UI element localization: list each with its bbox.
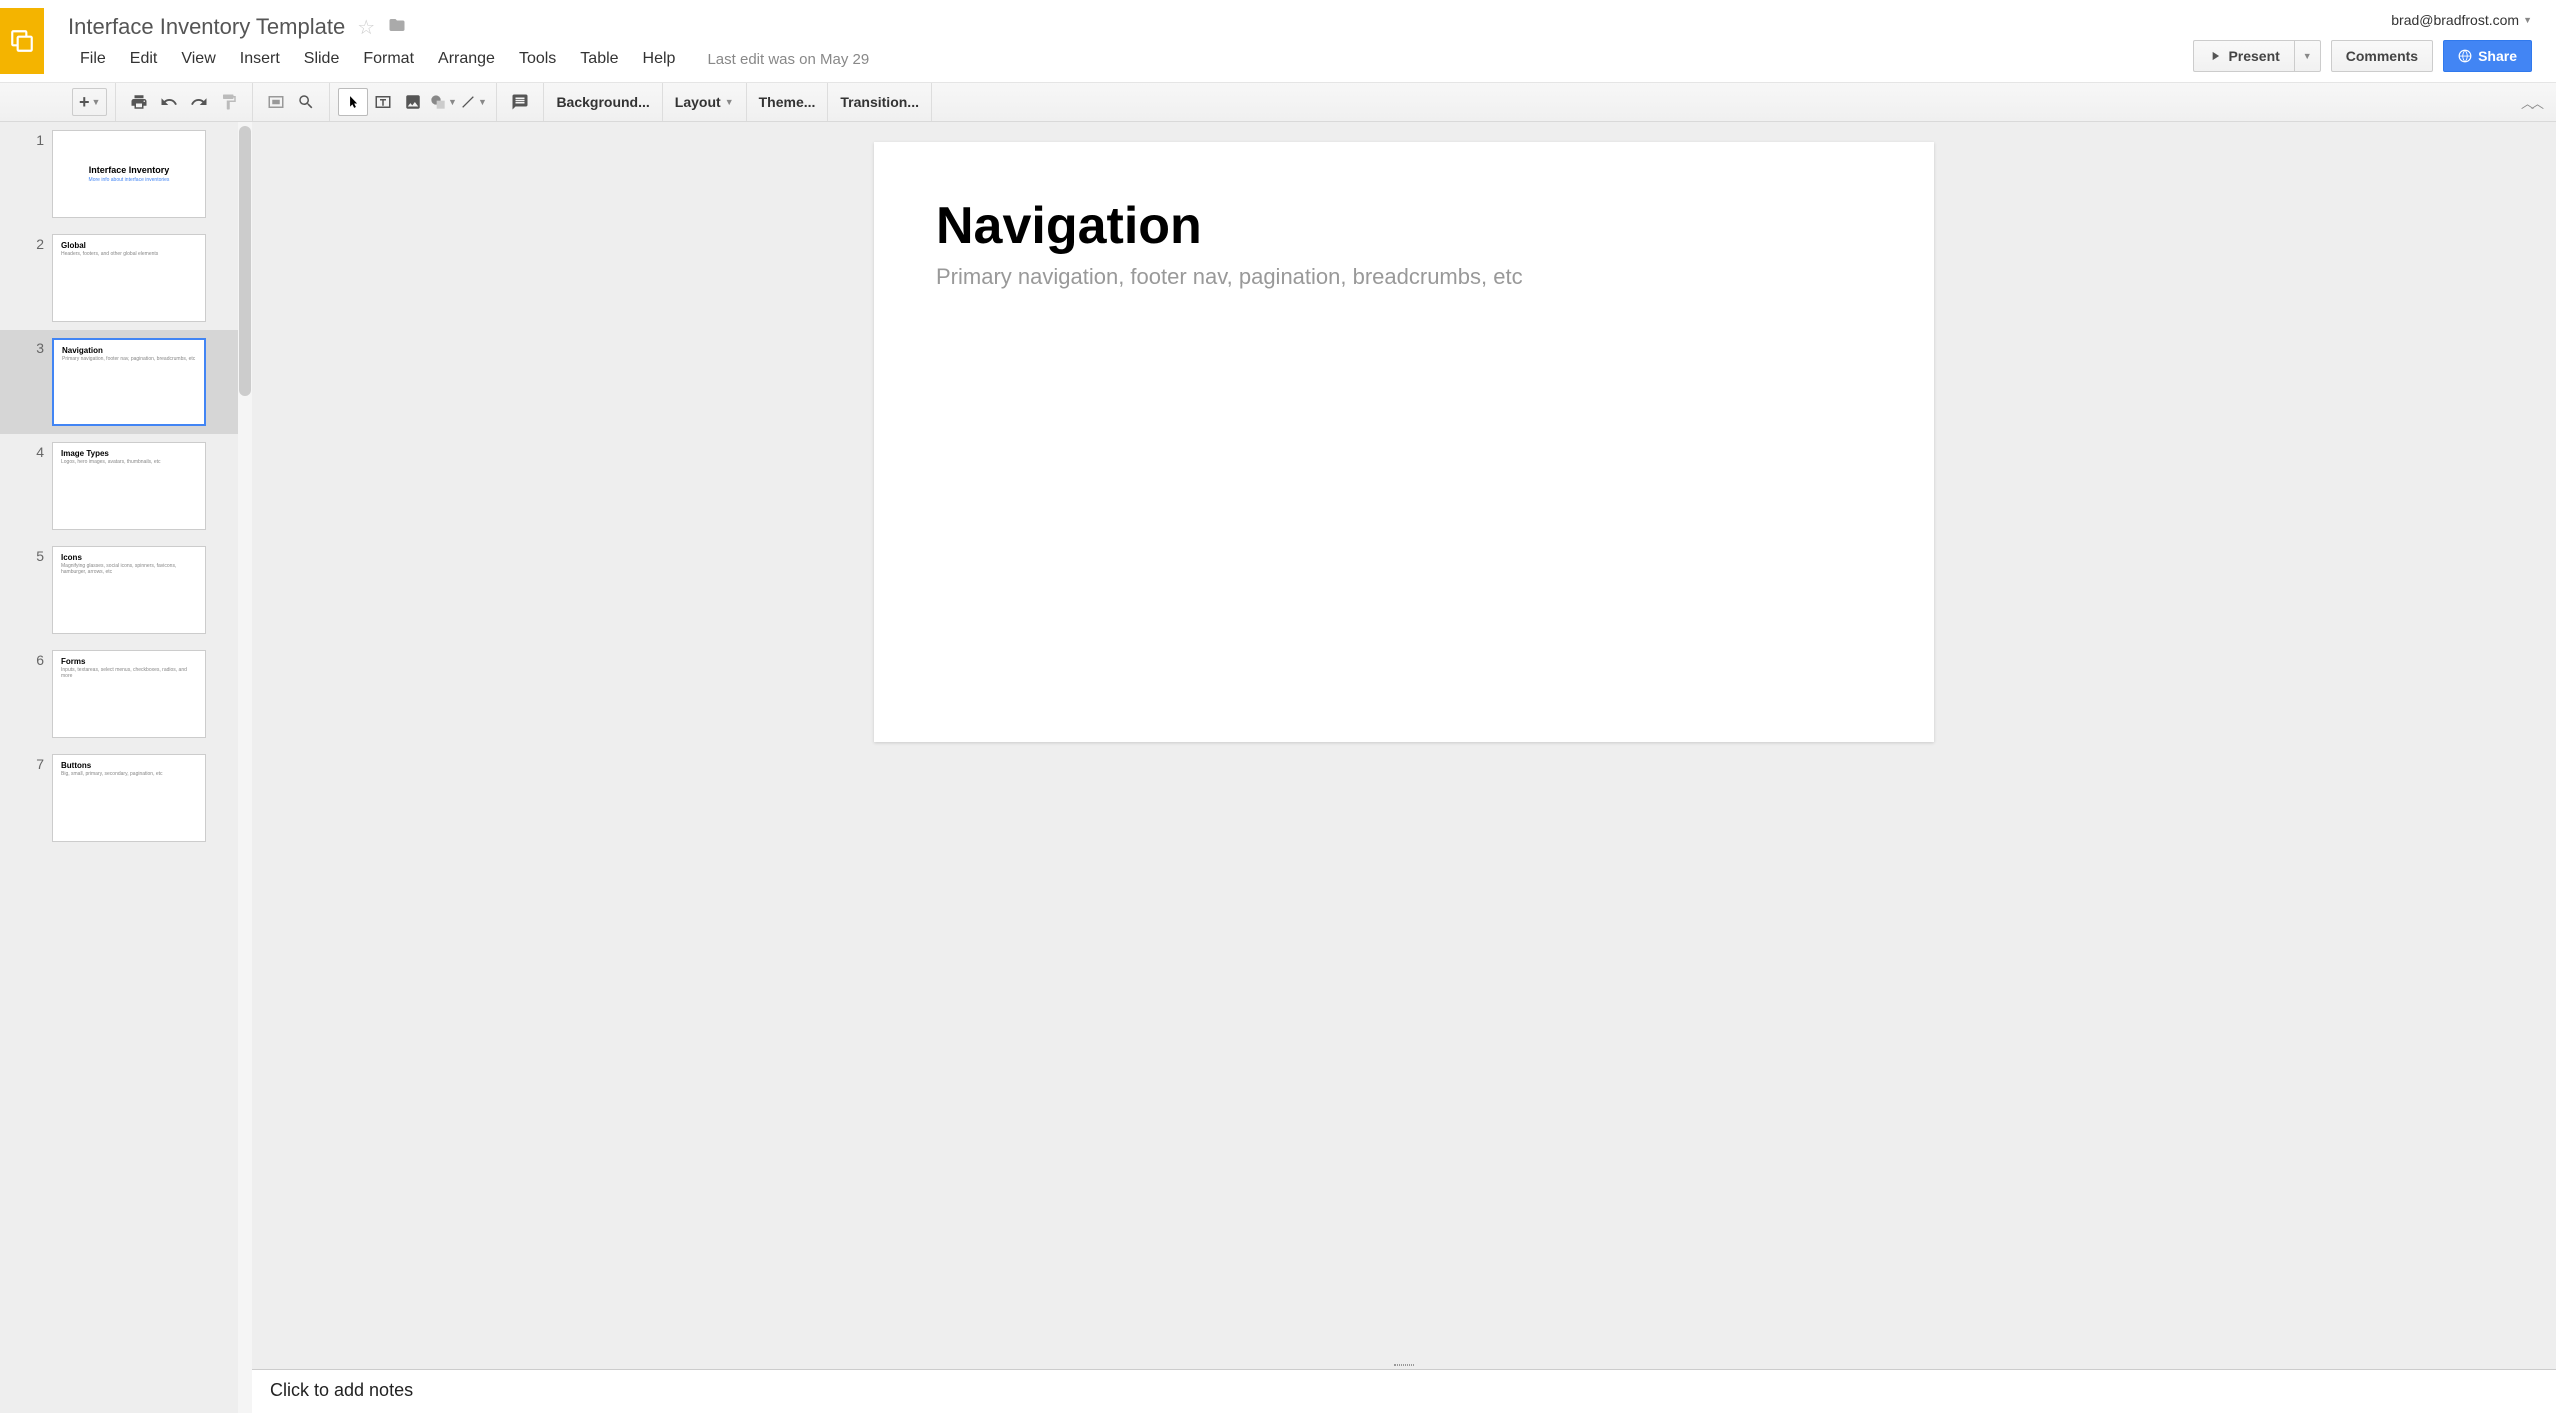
menu-insert[interactable]: Insert <box>228 46 292 72</box>
background-button[interactable]: Background... <box>544 83 662 121</box>
slide-thumb-4[interactable]: 4 Image TypesLogos, hero images, avatars,… <box>0 434 252 538</box>
zoom-icon[interactable] <box>291 88 321 116</box>
image-icon[interactable] <box>398 88 428 116</box>
shape-icon[interactable]: ▼ <box>428 88 458 116</box>
select-tool-icon[interactable] <box>338 88 368 116</box>
zoom-fit-icon[interactable] <box>261 88 291 116</box>
account-dropdown-icon: ▼ <box>2523 15 2532 25</box>
collapse-toolbar-icon[interactable]: ︿︿ <box>2516 88 2546 116</box>
toolbar: +▼ ▼ ▼ Background... Layout▼ Theme... Tr… <box>0 82 2556 122</box>
comments-button[interactable]: Comments <box>2331 40 2433 72</box>
paint-format-icon[interactable] <box>214 88 244 116</box>
slide-thumbnail[interactable]: Image TypesLogos, hero images, avatars, … <box>52 442 206 530</box>
slide-thumbnail[interactable]: NavigationPrimary navigation, footer nav… <box>52 338 206 426</box>
slide-thumb-3[interactable]: 3 NavigationPrimary navigation, footer na… <box>0 330 252 434</box>
layout-button[interactable]: Layout▼ <box>663 83 747 121</box>
new-slide-button[interactable]: +▼ <box>72 88 107 116</box>
slide-title[interactable]: Navigation <box>936 196 1872 256</box>
sidebar-scrollbar-thumb[interactable] <box>239 126 251 396</box>
slide-number: 5 <box>0 546 44 564</box>
theme-button[interactable]: Theme... <box>747 83 829 121</box>
slide-thumbnail[interactable]: IconsMagnifying glasses, social icons, s… <box>52 546 206 634</box>
menu-slide[interactable]: Slide <box>292 46 352 72</box>
slides-logo[interactable] <box>0 8 44 74</box>
redo-icon[interactable] <box>184 88 214 116</box>
slide-number: 6 <box>0 650 44 668</box>
slide-thumb-6[interactable]: 6 FormsInputs, textareas, select menus, c… <box>0 642 252 746</box>
comment-icon[interactable] <box>505 88 535 116</box>
speaker-notes[interactable]: Click to add notes <box>252 1369 2556 1413</box>
menu-file[interactable]: File <box>68 46 118 72</box>
menu-help[interactable]: Help <box>631 46 688 72</box>
share-button[interactable]: Share <box>2443 40 2532 72</box>
slide-number: 2 <box>0 234 44 252</box>
slide-thumb-5[interactable]: 5 IconsMagnifying glasses, social icons, … <box>0 538 252 642</box>
print-icon[interactable] <box>124 88 154 116</box>
sidebar-scrollbar-track[interactable] <box>238 122 252 1413</box>
slide-canvas[interactable]: Navigation Primary navigation, footer na… <box>874 142 1934 742</box>
present-dropdown[interactable]: ▼ <box>2294 40 2321 72</box>
slide-thumbnail[interactable]: GlobalHeaders, footers, and other global… <box>52 234 206 322</box>
user-email-text: brad@bradfrost.com <box>2391 12 2519 28</box>
menu-table[interactable]: Table <box>568 46 630 72</box>
menu-arrange[interactable]: Arrange <box>426 46 507 72</box>
slide-thumb-2[interactable]: 2 GlobalHeaders, footers, and other globa… <box>0 226 252 330</box>
last-edit-info[interactable]: Last edit was on May 29 <box>707 51 869 68</box>
share-label: Share <box>2478 48 2517 64</box>
slide-subtitle[interactable]: Primary navigation, footer nav, paginati… <box>936 264 1872 290</box>
slide-thumb-1[interactable]: 1 Interface InventoryMore info about inte… <box>0 122 252 226</box>
slide-thumbnail[interactable]: FormsInputs, textareas, select menus, ch… <box>52 650 206 738</box>
transition-button[interactable]: Transition... <box>828 83 932 121</box>
menu-edit[interactable]: Edit <box>118 46 170 72</box>
undo-icon[interactable] <box>154 88 184 116</box>
slide-thumbnail[interactable]: Interface InventoryMore info about inter… <box>52 130 206 218</box>
slide-number: 7 <box>0 754 44 772</box>
star-icon[interactable]: ☆ <box>357 15 375 40</box>
document-title[interactable]: Interface Inventory Template <box>68 14 345 40</box>
menu-format[interactable]: Format <box>351 46 426 72</box>
menu-bar: File Edit View Insert Slide Format Arran… <box>68 40 2193 82</box>
textbox-icon[interactable] <box>368 88 398 116</box>
slide-panel: 1 Interface InventoryMore info about inte… <box>0 122 252 1413</box>
notes-resize-handle[interactable] <box>252 1361 2556 1369</box>
slide-thumb-7[interactable]: 7 ButtonsBig, small, primary, secondary, … <box>0 746 252 850</box>
line-icon[interactable]: ▼ <box>458 88 488 116</box>
present-label: Present <box>2228 48 2279 64</box>
slide-number: 1 <box>0 130 44 148</box>
menu-tools[interactable]: Tools <box>507 46 568 72</box>
slide-thumbnail[interactable]: ButtonsBig, small, primary, secondary, p… <box>52 754 206 842</box>
menu-view[interactable]: View <box>169 46 227 72</box>
present-button[interactable]: Present <box>2193 40 2293 72</box>
slide-number: 3 <box>0 338 44 356</box>
user-account[interactable]: brad@bradfrost.com ▼ <box>2391 12 2532 28</box>
slide-number: 4 <box>0 442 44 460</box>
folder-icon[interactable] <box>387 16 407 39</box>
